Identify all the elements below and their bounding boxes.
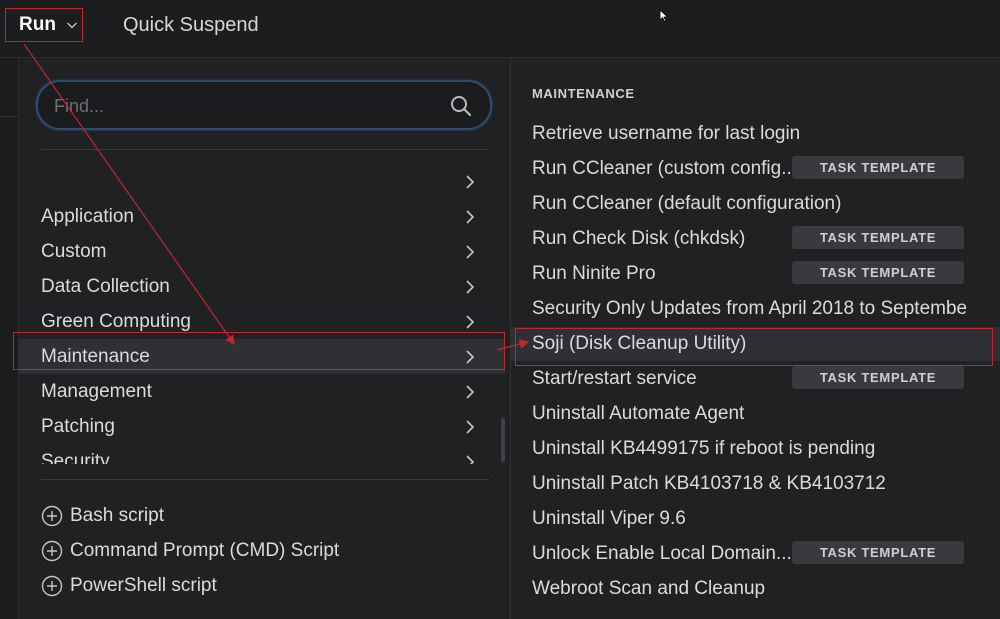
task-label: Retrieve username for last login xyxy=(532,123,801,144)
divider xyxy=(41,149,489,150)
plus-circle-icon xyxy=(41,505,63,527)
task-template-badge: TASK TEMPLATE xyxy=(792,541,964,564)
chevron-right-icon xyxy=(466,245,475,259)
task-item[interactable]: Uninstall KB4499175 if reboot is pending xyxy=(511,432,1000,466)
task-item[interactable]: Start/restart service TASK TEMPLATE xyxy=(511,362,1000,396)
task-label: Uninstall Patch KB4103718 & KB4103712 xyxy=(532,473,886,494)
new-powershell-script[interactable]: PowerShell script xyxy=(41,571,217,601)
category-label: Maintenance xyxy=(41,345,150,367)
page-background xyxy=(0,58,18,619)
category-label: Data Collection xyxy=(41,275,170,297)
task-item[interactable]: Retrieve username for last login xyxy=(511,117,1000,151)
task-label: Soji (Disk Cleanup Utility) xyxy=(532,333,747,354)
search-icon[interactable] xyxy=(450,95,472,117)
category-list[interactable]: Application Custom Data Collection Green… xyxy=(19,162,509,464)
task-item[interactable]: Run CCleaner (custom config... TASK TEMP… xyxy=(511,152,1000,186)
task-item[interactable]: Run CCleaner (default configuration) xyxy=(511,187,1000,221)
category-label: Security xyxy=(41,450,110,465)
top-toolbar: Run Quick Suspend xyxy=(0,0,1000,58)
task-item[interactable]: Uninstall Patch KB4103718 & KB4103712 xyxy=(511,467,1000,501)
category-item-application[interactable]: Application xyxy=(19,199,505,234)
divider xyxy=(41,479,489,480)
run-label: Run xyxy=(19,14,56,35)
chevron-right-icon xyxy=(466,315,475,329)
new-cmd-script[interactable]: Command Prompt (CMD) Script xyxy=(41,536,339,566)
category-label: Management xyxy=(41,380,152,402)
category-item-green-computing[interactable]: Green Computing xyxy=(19,304,505,339)
task-item[interactable]: Run Ninite Pro TASK TEMPLATE xyxy=(511,257,1000,291)
task-label: Start/restart service xyxy=(532,368,697,389)
category-item-custom[interactable]: Custom xyxy=(19,234,505,269)
new-bash-script[interactable]: Bash script xyxy=(41,501,164,531)
search-input[interactable] xyxy=(52,82,436,130)
chevron-right-icon xyxy=(466,350,475,364)
category-pane: Application Custom Data Collection Green… xyxy=(13,58,509,619)
task-label: Uninstall Automate Agent xyxy=(532,403,745,424)
category-item-management[interactable]: Management xyxy=(19,374,505,409)
task-template-badge: TASK TEMPLATE xyxy=(792,226,964,249)
task-label: Run Ninite Pro xyxy=(532,263,656,284)
category-label: Application xyxy=(41,205,134,227)
task-template-badge: TASK TEMPLATE xyxy=(792,261,964,284)
chevron-right-icon xyxy=(466,175,475,189)
category-item-blank[interactable] xyxy=(19,164,505,199)
task-label: Run Check Disk (chkdsk) xyxy=(532,228,746,249)
category-item-maintenance[interactable]: Maintenance xyxy=(19,339,505,374)
script-label: PowerShell script xyxy=(70,575,217,596)
section-title: MAINTENANCE xyxy=(532,86,635,101)
mouse-cursor-icon xyxy=(659,9,669,23)
task-label: Uninstall KB4499175 if reboot is pending xyxy=(532,438,876,459)
category-item-data-collection[interactable]: Data Collection xyxy=(19,269,505,304)
category-scrollbar[interactable] xyxy=(501,418,505,462)
search-box[interactable] xyxy=(36,80,492,130)
category-item-security[interactable]: Security xyxy=(19,444,505,464)
task-template-badge: TASK TEMPLATE xyxy=(792,156,964,179)
task-item[interactable]: Security Only Updates from April 2018 to… xyxy=(511,292,1000,326)
plus-circle-icon xyxy=(41,575,63,597)
task-label: Uninstall Viper 9.6 xyxy=(532,508,686,529)
plus-circle-icon xyxy=(41,540,63,562)
run-menu-button[interactable]: Run xyxy=(5,8,83,42)
task-pane: MAINTENANCE Retrieve username for last l… xyxy=(510,58,1000,619)
chevron-right-icon xyxy=(466,280,475,294)
category-label: Patching xyxy=(41,415,115,437)
category-item-patching[interactable]: Patching xyxy=(19,409,505,444)
task-template-badge: TASK TEMPLATE xyxy=(792,366,964,389)
quick-suspend-button[interactable]: Quick Suspend xyxy=(123,14,259,37)
task-label: Unlock Enable Local Domain... xyxy=(532,543,792,564)
task-label: Security Only Updates from April 2018 to… xyxy=(532,298,968,319)
chevron-right-icon xyxy=(466,420,475,434)
category-label: Green Computing xyxy=(41,310,191,332)
chevron-down-icon xyxy=(66,22,77,29)
task-label: Run CCleaner (default configuration) xyxy=(532,193,842,214)
task-item[interactable]: Uninstall Automate Agent xyxy=(511,397,1000,431)
task-item[interactable]: Unlock Enable Local Domain... TASK TEMPL… xyxy=(511,537,1000,571)
divider xyxy=(0,116,18,117)
run-dropdown-menu: Application Custom Data Collection Green… xyxy=(13,58,1000,619)
script-label: Bash script xyxy=(70,505,164,526)
chevron-right-icon xyxy=(466,210,475,224)
task-item[interactable]: Run Check Disk (chkdsk) TASK TEMPLATE xyxy=(511,222,1000,256)
category-label: Custom xyxy=(41,240,107,262)
task-label: Run CCleaner (custom config... xyxy=(532,158,798,179)
chevron-right-icon xyxy=(466,455,475,464)
task-item[interactable]: Uninstall Viper 9.6 xyxy=(511,502,1000,536)
task-item-selected[interactable]: Soji (Disk Cleanup Utility) xyxy=(511,327,1000,361)
script-label: Command Prompt (CMD) Script xyxy=(70,540,340,561)
chevron-right-icon xyxy=(466,385,475,399)
task-label: Webroot Scan and Cleanup xyxy=(532,578,766,599)
task-item[interactable]: Webroot Scan and Cleanup xyxy=(511,572,1000,606)
